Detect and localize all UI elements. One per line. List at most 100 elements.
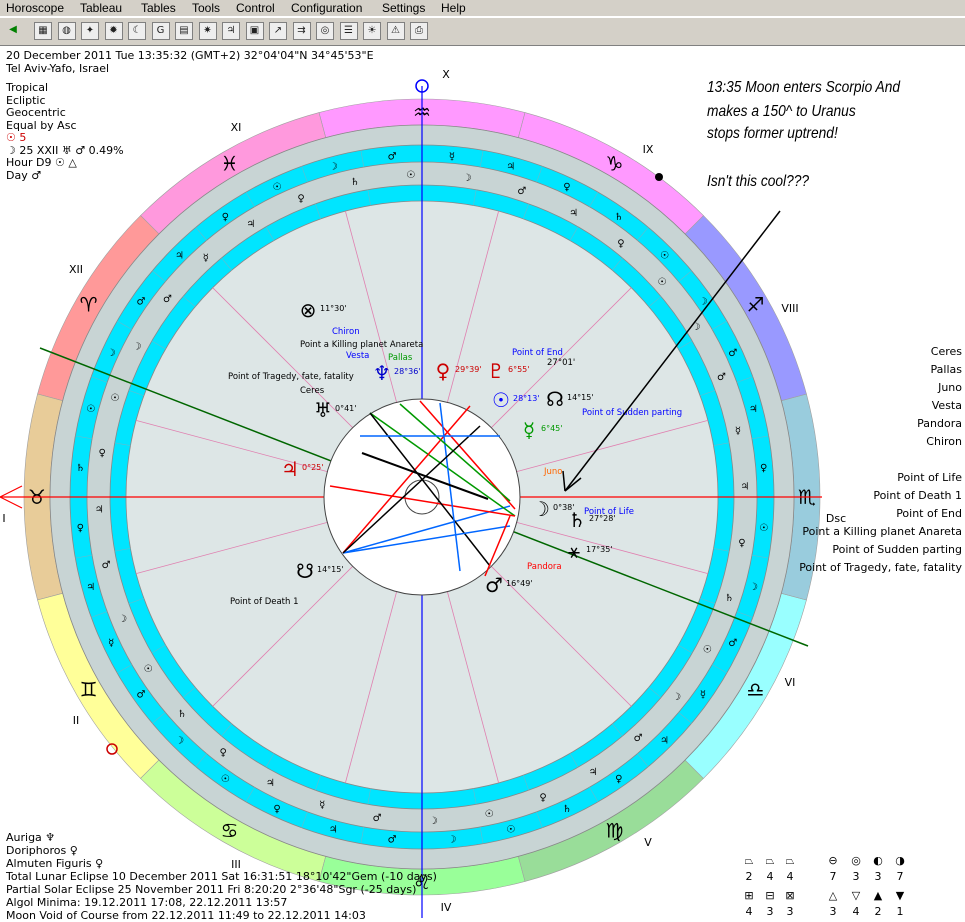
ring-glyph: ♃	[329, 824, 338, 835]
ring-glyph: ☽	[107, 348, 116, 359]
aspect-count: 3	[786, 905, 794, 918]
points-list-item: Point of Sudden parting	[832, 543, 962, 556]
planet-glyph: ♃	[281, 457, 299, 481]
ring-glyph: ☽	[462, 173, 471, 184]
menu-control[interactable]: Control	[236, 0, 275, 16]
ring-glyph: ☉	[273, 182, 282, 193]
ring-glyph: ♃	[660, 736, 669, 747]
aspect-symbol: ▼	[895, 889, 905, 902]
ring-glyph: ☽	[429, 816, 438, 827]
grid-icon[interactable]: ▦	[34, 22, 52, 40]
planet-glyph: ⚹	[568, 539, 580, 563]
planet-glyph: ♇	[487, 359, 505, 383]
planet-degree: 6°55'	[508, 365, 529, 374]
aspect-symbol: △	[828, 889, 838, 902]
wheel-icon[interactable]: ◎	[316, 22, 334, 40]
menu-settings[interactable]: Settings	[382, 0, 425, 16]
house-number: II	[73, 714, 80, 727]
menu-horoscope[interactable]: Horoscope	[6, 0, 64, 16]
moon-icon[interactable]: ☾	[128, 22, 146, 40]
setting-line: Hour D9 ☉ △	[6, 156, 77, 169]
aspect-icon[interactable]: ✦	[81, 22, 99, 40]
star-chart-icon[interactable]: ✷	[198, 22, 217, 40]
setting-line: ☉ 5	[6, 131, 27, 144]
aspect-count: 4	[766, 870, 774, 883]
sign-glyph: ♎	[746, 678, 764, 702]
aspect-symbol: ▲	[873, 889, 883, 902]
ring-glyph: ♂	[137, 690, 146, 701]
points-list-item: Point a Killing planet Anareta	[802, 525, 962, 538]
menu-help[interactable]: Help	[441, 0, 466, 16]
ring-glyph: ♀	[297, 194, 304, 205]
ring-glyph: ♀	[760, 463, 767, 474]
center-circle	[404, 479, 440, 515]
aspect-count: 2	[745, 870, 753, 883]
menu-tables[interactable]: Tables	[141, 0, 176, 16]
bottom-info-line: Total Lunar Eclipse 10 December 2011 Sat…	[6, 870, 437, 883]
ring-glyph: ☉	[506, 824, 515, 835]
point-label: Point of Sudden parting	[582, 408, 682, 418]
google-icon[interactable]: G	[151, 22, 170, 40]
points-list-item: Ceres	[930, 345, 962, 358]
bottom-info-line: Almuten Figuris ♀	[6, 857, 104, 870]
ring-glyph: ☿	[203, 253, 209, 264]
ring-glyph: ☽	[749, 582, 758, 593]
point-label: Pallas	[388, 353, 413, 363]
transit-icon[interactable]: ↗	[269, 22, 287, 40]
aspect-symbol: ⊖	[828, 854, 838, 867]
house-number: V	[644, 836, 652, 849]
menu-tableau[interactable]: Tableau	[80, 0, 122, 16]
house-number: X	[442, 68, 450, 81]
stars-icon[interactable]: ✹	[104, 22, 123, 40]
ring-glyph: ♃	[589, 767, 598, 778]
ring-glyph: ☿	[449, 151, 455, 162]
ring-glyph: ♀	[615, 774, 622, 785]
setting-line: Equal by Asc	[6, 118, 77, 132]
point-label: 27°01'	[547, 358, 575, 368]
ring-glyph: ☽	[698, 296, 707, 307]
back-arrow-icon[interactable]: ◀	[4, 22, 22, 40]
ring-glyph: ♄	[614, 212, 623, 223]
aspect-symbol: ⊞	[744, 889, 754, 902]
planet-degree: 11°30'	[320, 304, 347, 313]
ring-glyph: ♃	[740, 482, 749, 493]
aspect-symbol: ▽	[851, 889, 861, 902]
globe-icon[interactable]: ◍	[57, 22, 76, 40]
point-label: Point of Death 1	[230, 597, 299, 607]
ring-glyph: ☉	[144, 664, 153, 675]
ring-glyph: ♀	[222, 212, 229, 223]
points-list-item: Point of Tragedy, fate, fatality	[799, 561, 962, 574]
ring-glyph: ☽	[329, 162, 338, 173]
points-list-item: Point of End	[896, 507, 962, 520]
menu-configuration[interactable]: Configuration	[291, 0, 362, 16]
ring-glyph: ♄	[177, 709, 186, 720]
chart-location: Tel Aviv-Yafo, Israel	[6, 62, 110, 75]
aspect-count: 7	[829, 870, 837, 883]
ring-glyph: ♄	[562, 804, 571, 815]
sign-glyph: ♍	[606, 818, 624, 842]
sign-glyph: ♊	[80, 678, 98, 702]
ring-glyph: ☉	[221, 774, 230, 785]
planet-glyph: ☽	[532, 497, 550, 521]
aspect-count: 1	[896, 905, 904, 918]
table-icon[interactable]: ▤	[175, 22, 193, 40]
direction-icon[interactable]: ⇉	[292, 22, 311, 40]
sun-icon[interactable]: ☀	[363, 22, 381, 40]
menu-tools[interactable]: Tools	[192, 0, 220, 16]
print-icon[interactable]: ⎙	[410, 22, 428, 40]
ring-glyph: ♃	[506, 162, 515, 173]
ring-glyph: ☉	[110, 393, 119, 404]
ring-glyph: ☉	[759, 523, 768, 534]
planet-glyph: ☊	[546, 387, 564, 411]
planet-degree: 14°15'	[567, 393, 594, 402]
house-number: IV	[441, 901, 452, 914]
planets-icon[interactable]: ♃	[222, 22, 240, 40]
annotation-line: 13:35 Moon enters Scorpio And	[707, 79, 901, 96]
warning-icon[interactable]: ⚠	[386, 22, 405, 40]
point-label: Ceres	[300, 386, 325, 396]
calendar-icon[interactable]: ▣	[245, 22, 264, 40]
points-list-item: Pallas	[930, 363, 962, 376]
aspect-count: 4	[786, 870, 794, 883]
ring-glyph: ☽	[447, 835, 456, 846]
list-icon[interactable]: ☰	[339, 22, 358, 40]
